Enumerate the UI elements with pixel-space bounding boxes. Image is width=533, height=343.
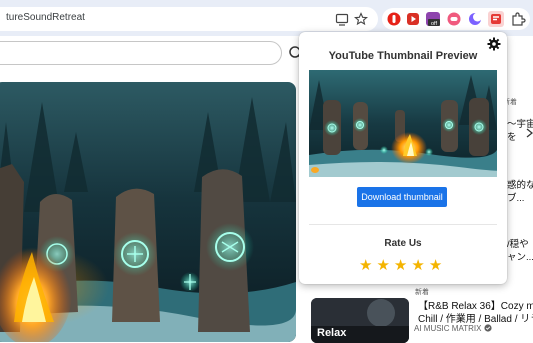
popup-divider — [309, 224, 497, 225]
side-video-channel[interactable]: AI MUSIC MATRIX — [414, 324, 492, 333]
rate-us-label: Rate Us — [384, 238, 422, 249]
thumbnail-preview-extension-icon[interactable] — [488, 11, 504, 27]
thumbnail-preview-image — [309, 70, 497, 177]
star-icon[interactable]: ★ — [429, 256, 442, 276]
side-snippet[interactable]: を — [507, 129, 517, 143]
gear-icon[interactable] — [487, 37, 501, 51]
off-extension-icon[interactable]: off — [425, 11, 441, 27]
side-video-title-line1[interactable]: 【R&B Relax 36】Cozy music / — [418, 300, 533, 313]
main-video-thumbnail[interactable] — [0, 82, 296, 342]
side-video-thumbnail[interactable]: Relax — [311, 298, 409, 343]
side-snippet[interactable]: ブ... — [507, 190, 524, 204]
star-icon[interactable]: ★ — [411, 256, 424, 276]
extensions-tray: off — [382, 8, 530, 30]
popup-title: YouTube Thumbnail Preview — [328, 50, 478, 62]
download-thumbnail-button[interactable]: Download thumbnail — [357, 187, 447, 207]
star-icon[interactable]: ★ — [394, 256, 407, 276]
side-thumb-caption: Relax — [317, 327, 347, 339]
moon-extension-icon[interactable] — [467, 11, 483, 27]
side-snippet[interactable]: 惑的な — [507, 177, 533, 191]
star-icon[interactable]: ★ — [376, 256, 389, 276]
adblock-extension-icon[interactable] — [386, 11, 402, 27]
media-extension-icon[interactable] — [405, 11, 421, 27]
thumbnail-preview-popup: YouTube Thumbnail Preview Download thumb… — [299, 32, 507, 284]
svg-text:off: off — [431, 21, 437, 27]
rating-stars: ★ ★ ★ ★ ★ — [359, 256, 442, 276]
extensions-puzzle-icon[interactable] — [510, 11, 526, 27]
side-snippet[interactable]: ～宇宙 — [507, 116, 533, 130]
cast-icon[interactable] — [335, 12, 349, 26]
channel-name[interactable]: AI MUSIC MATRIX — [414, 324, 481, 333]
side-snippet[interactable]: /穏や — [507, 236, 529, 250]
side-snippet[interactable]: ャン... — [507, 249, 533, 263]
address-url[interactable]: tureSoundRetreat — [6, 12, 85, 23]
bookmark-star-icon[interactable] — [354, 12, 368, 26]
preview-image — [309, 70, 497, 177]
youtube-search-input[interactable] — [0, 41, 282, 65]
address-bar[interactable]: tureSoundRetreat — [0, 7, 378, 31]
browser-toolbar: tureSoundRetreat off — [0, 0, 533, 36]
new-badge: 新着 — [415, 289, 429, 296]
verified-icon — [484, 324, 492, 332]
side-video-title[interactable]: 【R&B Relax 36】Cozy music / Chill / 作業用 /… — [418, 300, 533, 326]
record-extension-icon[interactable] — [446, 11, 462, 27]
stone-circle-campfire-image — [0, 82, 296, 342]
star-icon[interactable]: ★ — [359, 256, 372, 276]
